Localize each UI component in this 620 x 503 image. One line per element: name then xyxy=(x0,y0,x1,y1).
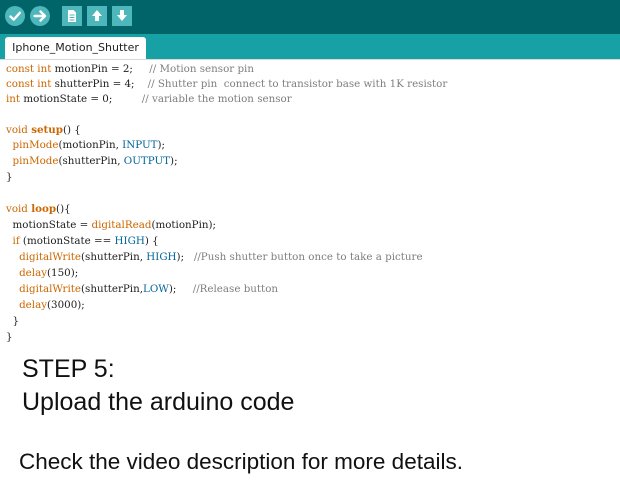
toolbar xyxy=(0,0,620,34)
code-text: shutterPin = 4; xyxy=(51,78,148,90)
code-function: loop xyxy=(31,203,57,215)
code-constant: OUTPUT xyxy=(123,155,171,167)
code-text: } xyxy=(6,331,13,343)
tab-bar: Iphone_Motion_Shutter xyxy=(0,34,620,59)
arrow-down-icon[interactable] xyxy=(112,6,132,26)
code-constant: LOW xyxy=(143,283,169,295)
new-file-icon[interactable] xyxy=(62,6,82,26)
checkmark-icon[interactable] xyxy=(5,6,25,26)
code-text: (150); xyxy=(47,267,79,279)
code-text: (shutterPin, xyxy=(81,283,143,295)
code-line: pinMode(shutterPin, OUTPUT); xyxy=(6,154,178,169)
code-line: motionState = digitalRead(motionPin); xyxy=(6,218,217,233)
code-line: delay(150); xyxy=(6,266,78,281)
code-keyword: const int xyxy=(6,78,52,90)
code-line: const int motionPin = 2; // Motion senso… xyxy=(6,62,254,77)
code-text: ) { xyxy=(144,235,159,247)
code-text: motionState = 0; xyxy=(20,93,142,105)
code-line: digitalWrite(shutterPin, HIGH); //Push s… xyxy=(6,250,423,265)
code-keyword: digitalRead xyxy=(91,219,152,231)
code-text: (){ xyxy=(56,203,71,215)
code-text: motionState = xyxy=(6,219,92,231)
code-text: } xyxy=(6,171,13,183)
code-text: (shutterPin, xyxy=(58,155,124,167)
code-line: void setup() { xyxy=(6,123,81,138)
code-text: ); xyxy=(170,155,178,167)
code-keyword: delay xyxy=(19,267,48,279)
tab-sketch[interactable]: Iphone_Motion_Shutter xyxy=(5,37,146,59)
code-comment: // variable the motion sensor xyxy=(141,93,292,105)
code-text: (3000); xyxy=(47,299,85,311)
code-text: ); xyxy=(157,139,166,151)
code-line: } xyxy=(6,170,13,185)
code-text: motionPin = 2; xyxy=(51,63,150,75)
code-keyword: digitalWrite xyxy=(19,283,82,295)
code-text: } xyxy=(6,315,20,327)
code-text: (shutterPin, xyxy=(81,251,147,263)
code-function: setup xyxy=(31,124,63,136)
code-line: int motionState = 0; // variable the mot… xyxy=(6,92,292,107)
code-line: delay(3000); xyxy=(6,298,85,313)
code-line: void loop(){ xyxy=(6,202,71,217)
code-keyword: delay xyxy=(19,299,48,311)
code-text: ); xyxy=(176,251,194,263)
code-line: if (motionState == HIGH) { xyxy=(6,234,159,249)
code-keyword: pinMode xyxy=(12,155,59,167)
code-text: (motionPin, xyxy=(58,139,123,151)
code-keyword: int xyxy=(6,93,21,105)
code-constant: HIGH xyxy=(114,235,145,247)
code-keyword: void xyxy=(6,203,28,215)
code-text: () { xyxy=(62,124,81,136)
code-line: } xyxy=(6,314,20,329)
code-text: ); xyxy=(168,283,193,295)
code-keyword: const int xyxy=(6,63,52,75)
code-editor[interactable]: const int motionPin = 2; // Motion senso… xyxy=(0,60,620,346)
code-keyword: void xyxy=(6,124,28,136)
code-line: } xyxy=(6,330,13,345)
code-comment: // Motion sensor pin xyxy=(149,63,254,75)
code-keyword: if xyxy=(12,235,20,247)
code-keyword: digitalWrite xyxy=(19,251,82,263)
code-line: pinMode(motionPin, INPUT); xyxy=(6,138,165,153)
code-text: (motionState == xyxy=(19,235,115,247)
arrow-up-icon[interactable] xyxy=(87,6,107,26)
code-line: digitalWrite(shutterPin,LOW); //Release … xyxy=(6,282,278,297)
code-comment: //Push shutter button once to take a pic… xyxy=(193,251,423,263)
code-constant: HIGH xyxy=(146,251,177,263)
arrow-right-icon[interactable] xyxy=(30,6,50,26)
note-text: Check the video description for more det… xyxy=(19,449,463,474)
code-text: (motionPin); xyxy=(151,219,217,231)
code-comment: // Shutter pin connect to transistor bas… xyxy=(147,78,448,90)
code-keyword: pinMode xyxy=(12,139,59,151)
step-instruction: Upload the arduino code xyxy=(22,388,295,416)
code-constant: INPUT xyxy=(122,139,158,151)
code-comment: //Release button xyxy=(192,283,279,295)
code-line: const int shutterPin = 4; // Shutter pin… xyxy=(6,77,447,92)
step-heading: STEP 5: xyxy=(22,355,115,383)
